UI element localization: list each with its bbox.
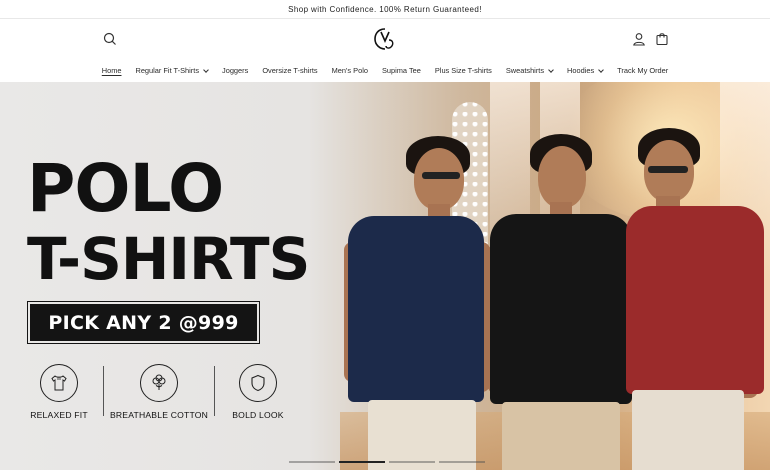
offer-badge[interactable]: PICK ANY 2 @999 <box>27 301 260 344</box>
red-polo-shirt <box>626 206 764 394</box>
nav-item-plus-size-t-shirts[interactable]: Plus Size T-shirts <box>428 62 499 80</box>
chevron-down-icon <box>548 66 554 73</box>
feature-label: BOLD LOOK <box>232 410 284 420</box>
nav-item-label: Oversize T-shirts <box>262 66 318 75</box>
nav-item-home[interactable]: Home <box>95 62 129 80</box>
nav-item-label: Men's Polo <box>331 66 368 75</box>
hero-headline-line1: POLO <box>27 150 224 227</box>
cotton-icon <box>140 364 178 402</box>
feature-relaxed-fit: RELAXED FIT <box>4 364 114 420</box>
model-head <box>414 148 464 210</box>
chevron-down-icon <box>203 66 209 73</box>
brand-monogram-logo[interactable] <box>372 26 398 52</box>
slider-pagination <box>289 461 485 463</box>
nav-item-track-my-order[interactable]: Track My Order <box>610 62 675 80</box>
bag-icon[interactable] <box>654 31 670 47</box>
slider-dot[interactable] <box>289 461 335 463</box>
nav-item-label: Regular Fit T-Shirts <box>135 66 200 75</box>
hero-headline-line2: T-SHIRTS <box>27 225 310 293</box>
slider-dot[interactable] <box>439 461 485 463</box>
slider-dot[interactable] <box>389 461 435 463</box>
announcement-bar: Shop with Confidence. 100% Return Guaran… <box>0 0 770 19</box>
model-pants <box>632 390 744 470</box>
nav-item-men-s-polo[interactable]: Men's Polo <box>325 62 375 80</box>
hero-banner[interactable]: POLO T-SHIRTS PICK ANY 2 @999 RELAXED FI… <box>0 82 770 470</box>
announcement-text: Shop with Confidence. 100% Return Guaran… <box>288 5 482 14</box>
model-head <box>538 146 586 208</box>
nav-item-label: Supima Tee <box>381 66 421 75</box>
feature-bold-look: BOLD LOOK <box>203 364 313 420</box>
sunglasses <box>648 166 688 173</box>
nav-item-label: Sweatshirts <box>505 66 545 75</box>
nav-item-label: Joggers <box>222 66 249 75</box>
model-pants <box>368 400 476 470</box>
main-navigation: Home Regular Fit T-Shirts Joggers Oversize … <box>0 62 770 80</box>
tshirt-icon <box>40 364 78 402</box>
nav-item-regular-fit-t-shirts[interactable]: Regular Fit T-Shirts <box>128 62 215 80</box>
nav-item-sweatshirts[interactable]: Sweatshirts <box>499 62 560 80</box>
nav-item-label: Home <box>101 66 122 75</box>
black-polo-shirt <box>490 214 632 404</box>
nav-item-label: Hoodies <box>567 66 595 75</box>
nav-item-label: Plus Size T-shirts <box>434 66 492 75</box>
nav-item-supima-tee[interactable]: Supima Tee <box>375 62 428 80</box>
slider-dot[interactable] <box>339 461 385 463</box>
feature-breathable-cotton: BREATHABLE COTTON <box>104 364 214 420</box>
nav-item-label: Track My Order <box>617 66 669 75</box>
navy-polo-shirt <box>348 216 484 402</box>
offer-text: PICK ANY 2 @999 <box>48 312 239 334</box>
feature-label: RELAXED FIT <box>30 410 88 420</box>
nav-item-hoodies[interactable]: Hoodies <box>560 62 610 80</box>
search-icon[interactable] <box>102 31 118 47</box>
user-icon[interactable] <box>631 31 647 47</box>
chevron-down-icon <box>598 66 604 73</box>
feature-label: BREATHABLE COTTON <box>109 410 209 420</box>
nav-item-joggers[interactable]: Joggers <box>215 62 255 80</box>
nav-item-oversize-t-shirts[interactable]: Oversize T-shirts <box>255 62 324 80</box>
sunglasses <box>422 172 460 179</box>
site-header <box>0 20 770 62</box>
shield-icon <box>239 364 277 402</box>
model-pants <box>502 402 620 470</box>
